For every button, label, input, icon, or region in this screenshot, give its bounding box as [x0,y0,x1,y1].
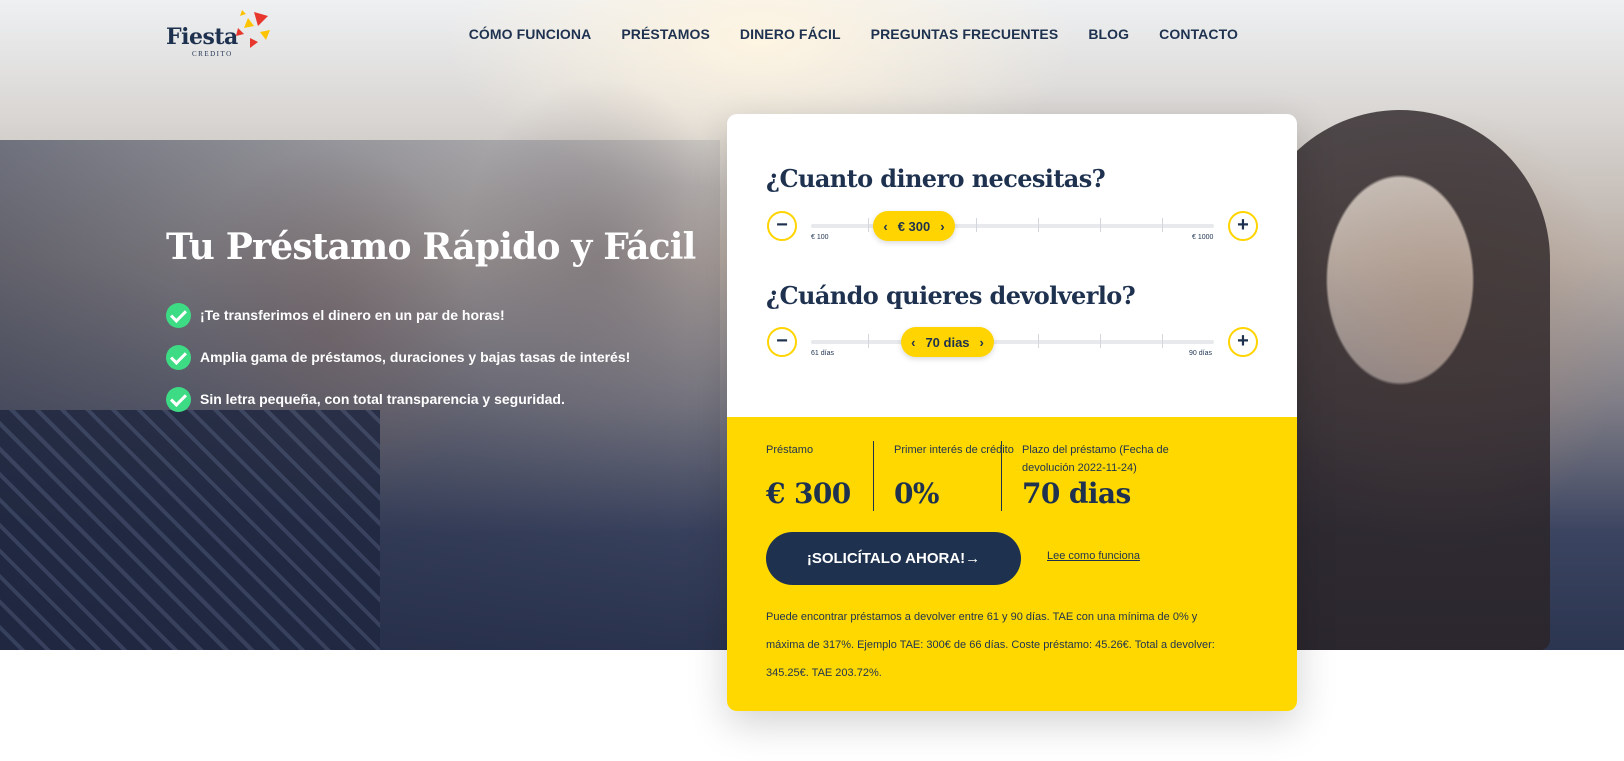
chevron-left-icon: ‹ [911,334,916,350]
feature-item: ¡Te transferimos el dinero en un par de … [166,294,630,336]
chevron-right-icon: › [940,218,945,234]
disclaimer-text: Puede encontrar préstamos a devolver ent… [766,611,1215,679]
apply-now-button[interactable]: ¡SOLICÍTALO AHORA!→ [766,532,1021,585]
term-label: Plazo del préstamo (Fecha de devolución … [1022,444,1169,474]
loan-amount-label: Préstamo [766,444,814,456]
chevron-right-icon: › [979,334,984,350]
slider-tick [1100,334,1101,348]
amount-decrease-button[interactable]: − [767,211,797,241]
nav-como-funciona[interactable]: CÓMO FUNCIONA [469,26,592,42]
stat-divider [873,441,874,511]
check-icon [166,344,191,370]
nav-contacto[interactable]: CONTACTO [1159,26,1238,42]
logo-subtitle: CREDITO [192,50,233,58]
feature-list: ¡Te transferimos el dinero en un par de … [166,294,630,420]
term-min-label: 61 días [811,350,834,357]
hero-title: Tu Préstamo Rápido y Fácil [166,226,696,268]
nav-preguntas-frecuentes[interactable]: PREGUNTAS FRECUENTES [871,26,1059,42]
slider-tick [868,218,869,232]
amount-min-label: € 100 [811,234,829,241]
term-question: ¿Cuándo quieres devolverlo? [766,281,1136,310]
term-slider-track[interactable] [811,334,1214,348]
loan-summary-panel: Préstamo € 300 Primer interés de crédito… [727,417,1297,711]
slider-tick [1038,334,1039,348]
feature-item: Sin letra pequeña, con total transparenc… [166,378,630,420]
loan-amount-value: € 300 [766,477,851,510]
feature-text: ¡Te transferimos el dinero en un par de … [200,307,505,323]
loan-calculator: ¿Cuanto dinero necesitas? − ‹ € 300 › + … [727,114,1297,711]
how-it-works-link[interactable]: Lee como funciona [1047,550,1140,562]
term-decrease-button[interactable]: − [767,327,797,357]
term-increase-button[interactable]: + [1228,327,1258,357]
hero-photo-shirt-pattern [0,410,380,650]
term-max-label: 90 días [1189,350,1212,357]
slider-tick [868,334,869,348]
amount-slider-thumb[interactable]: ‹ € 300 › [873,211,955,241]
amount-increase-button[interactable]: + [1228,211,1258,241]
main-nav: CÓMO FUNCIONA PRÉSTAMOS DINERO FÁCIL PRE… [469,26,1238,42]
term-value: 70 dias [925,334,970,350]
term-stat-value: 70 dias [1022,477,1131,510]
amount-question: ¿Cuanto dinero necesitas? [766,164,1106,193]
confetti-icon [236,10,270,48]
term-stat: Plazo del préstamo (Fecha de devolución … [1022,441,1192,510]
site-logo[interactable]: Fiesta CREDITO [166,10,276,62]
feature-item: Amplia gama de préstamos, duraciones y b… [166,336,630,378]
logo-wordmark: Fiesta [166,24,238,50]
term-slider-thumb[interactable]: ‹ 70 dias › [901,327,994,357]
stat-divider [1001,441,1002,511]
nav-blog[interactable]: BLOG [1088,26,1129,42]
slider-tick [1038,218,1039,232]
loan-amount-stat: Préstamo € 300 [766,441,866,510]
slider-tick [1162,334,1163,348]
amount-slider-track[interactable] [811,218,1214,232]
nav-prestamos[interactable]: PRÉSTAMOS [621,26,710,42]
check-icon [166,386,191,412]
interest-label: Primer interés de crédito [894,444,1014,456]
nav-dinero-facil[interactable]: DINERO FÁCIL [740,26,841,42]
feature-text: Sin letra pequeña, con total transparenc… [200,391,565,407]
amount-max-label: € 1000 [1192,234,1214,241]
interest-value: 0% [894,477,939,510]
slider-tick [1162,218,1163,232]
amount-value: € 300 [897,218,931,234]
feature-text: Amplia gama de préstamos, duraciones y b… [200,349,631,365]
slider-tick [976,218,977,232]
interest-stat: Primer interés de crédito 0% [894,441,1014,510]
check-icon [166,302,191,328]
slider-tick [1100,218,1101,232]
chevron-left-icon: ‹ [883,218,888,234]
